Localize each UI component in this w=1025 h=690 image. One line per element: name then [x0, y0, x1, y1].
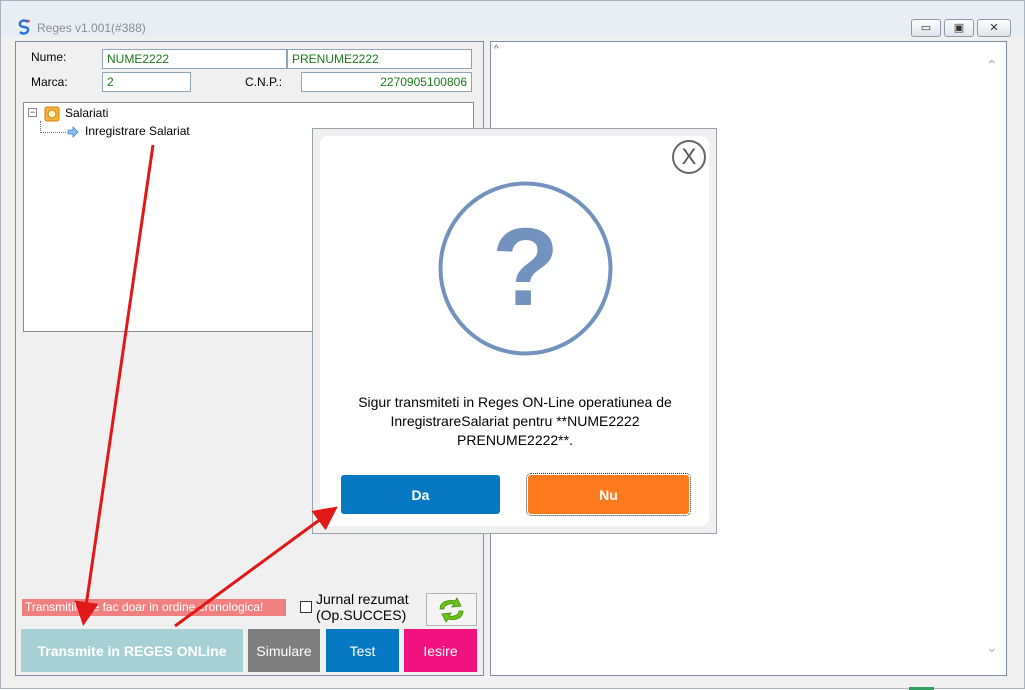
dialog-message-line: InregistrareSalariat pentru **NUME2222	[390, 413, 640, 429]
minimize-button[interactable]: ▭	[911, 19, 941, 37]
tree-node-inregistrare-salariat[interactable]: Inregistrare Salariat	[85, 124, 190, 138]
close-window-button[interactable]: ✕	[977, 19, 1011, 37]
test-button[interactable]: Test	[326, 629, 399, 672]
marca-label: Marca:	[31, 75, 68, 89]
tree-node-salariati[interactable]: Salariati	[65, 106, 108, 120]
nume-label: Nume:	[31, 50, 67, 64]
prenume-field[interactable]: PRENUME2222	[287, 49, 472, 69]
reges-logo-icon	[18, 19, 31, 35]
transmite-reges-button[interactable]: Transmite in REGES ONLine	[21, 629, 243, 672]
refresh-button[interactable]	[426, 593, 477, 626]
tree-connector	[40, 132, 66, 133]
cnp-field[interactable]: 2270905100806	[301, 72, 472, 92]
cnp-label: C.N.P.:	[245, 75, 283, 89]
iesire-button[interactable]: Iesire	[404, 629, 477, 672]
nume-field[interactable]: NUME2222	[102, 49, 287, 69]
confirm-dialog: X ? Sigur transmiteti in Reges ON-Line o…	[312, 128, 717, 534]
folder-orange-icon	[44, 106, 60, 122]
scroll-down-arrow[interactable]: ⌄	[986, 640, 998, 656]
dialog-message: Sigur transmiteti in Reges ON-Line opera…	[330, 393, 700, 450]
maximize-button[interactable]: ▣	[944, 19, 974, 37]
refresh-arrows-icon	[439, 597, 464, 623]
simulare-button[interactable]: Simulare	[248, 629, 320, 672]
confirm-dialog-body: X ? Sigur transmiteti in Reges ON-Line o…	[320, 136, 709, 526]
text-caret: ^	[494, 44, 499, 55]
dialog-message-line: PRENUME2222**.	[457, 432, 573, 448]
confirm-yes-button[interactable]: Da	[341, 475, 500, 514]
confirm-no-button[interactable]: Nu	[526, 473, 691, 516]
question-mark-glyph: ?	[492, 206, 559, 329]
jurnal-rezumat-checkbox[interactable]	[300, 601, 312, 613]
title-bar: Reges v1.001(#388) ▭ ▣ ✕	[1, 1, 1024, 37]
dialog-close-button[interactable]: X	[672, 140, 706, 174]
chronological-warning: Transmitile se fac doar in ordine cronol…	[22, 599, 286, 616]
arrow-right-icon	[67, 126, 79, 138]
jurnal-rezumat-label[interactable]: Jurnal rezumat (Op.SUCCES)	[316, 591, 426, 623]
tree-collapse-toggle[interactable]: −	[28, 108, 37, 117]
marca-field[interactable]: 2	[102, 72, 191, 92]
question-circle-icon: ?	[438, 181, 613, 356]
scroll-up-arrow[interactable]: ⌃	[986, 58, 998, 74]
dialog-message-line: Sigur transmiteti in Reges ON-Line opera…	[358, 394, 672, 410]
window-title: Reges v1.001(#388)	[37, 21, 146, 35]
